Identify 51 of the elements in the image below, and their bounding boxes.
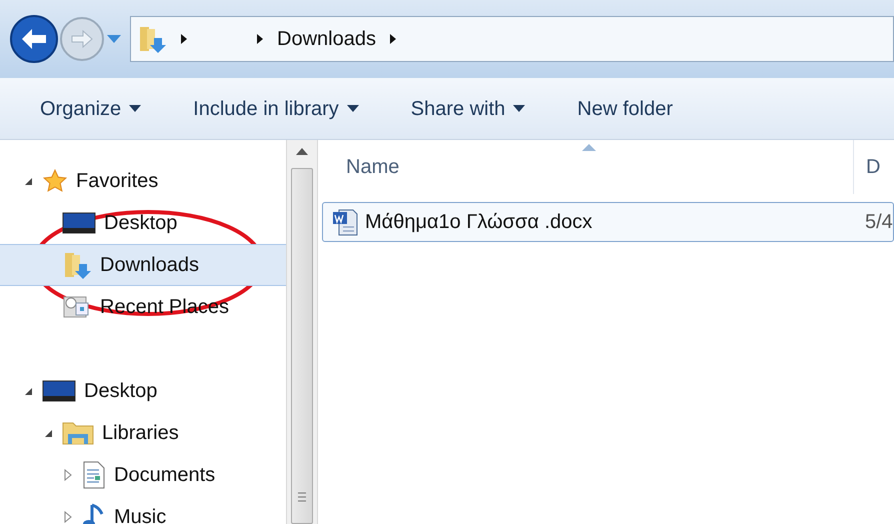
column-header[interactable]: Name [318,140,854,194]
collapsed-arrow-icon[interactable] [62,511,74,523]
navigation-item[interactable]: Documents [0,454,286,496]
toolbar-button[interactable]: New folder [565,88,685,130]
navigation-label: Libraries [102,421,179,446]
word-document-icon [331,207,359,237]
forward-arrow-icon [71,30,93,48]
file-date: 5/4 [864,210,893,235]
navigation-label: Desktop [104,211,178,236]
sort-arrow-icon [582,144,596,152]
navigation-label: Desktop [84,379,158,404]
scroll-thumb[interactable] [291,168,313,524]
monitor-icon [42,379,76,403]
folder-download-icon [137,24,167,54]
document-icon [82,461,106,489]
breadcrumb-arrow-icon[interactable] [179,33,189,45]
toolbar-button[interactable]: Share with [398,88,538,130]
breadcrumb-arrow-icon[interactable] [388,33,398,45]
file-name: Μάθημα1ο Γλώσσα .docx [365,210,592,235]
navigation-item[interactable]: Favorites [0,160,286,202]
monitor-icon [62,211,96,235]
library-folder-icon [62,420,94,446]
dropdown-caret-icon [346,104,359,112]
navigation-item[interactable]: Downloads [0,244,286,286]
toolbar-button[interactable]: Include in library [181,88,371,130]
grip-icon [297,491,307,503]
history-dropdown-icon[interactable] [106,34,122,44]
navigation-label: Favorites [76,169,158,194]
collapsed-arrow-icon[interactable] [62,469,74,481]
folder-download-icon [62,250,92,280]
navigation-item[interactable]: Libraries [0,412,286,454]
navigation-item[interactable]: Music [0,496,286,524]
address-bar[interactable]: Downloads [130,16,894,62]
navigation-item[interactable]: Desktop [0,370,286,412]
music-note-icon [82,503,106,524]
back-arrow-icon [21,28,47,50]
back-button[interactable] [10,15,58,63]
toolbar-button[interactable]: Organize [28,88,154,130]
column-header[interactable]: D [854,140,880,194]
navigation-label: Documents [114,463,216,488]
breadcrumb[interactable]: Downloads [277,24,376,54]
breadcrumb-arrow-icon[interactable] [255,33,265,45]
navigation-label: Downloads [100,253,199,278]
navigation-item[interactable]: Desktop [0,202,286,244]
dropdown-caret-icon [513,104,526,112]
dropdown-caret-icon [129,104,142,112]
scrollbar[interactable] [286,140,318,524]
file-row[interactable]: Μάθημα1ο Γλώσσα .docx 5/4 [322,202,894,242]
star-icon [42,168,68,194]
navigation-label: Music [114,505,166,524]
scroll-up-icon[interactable] [296,148,308,156]
